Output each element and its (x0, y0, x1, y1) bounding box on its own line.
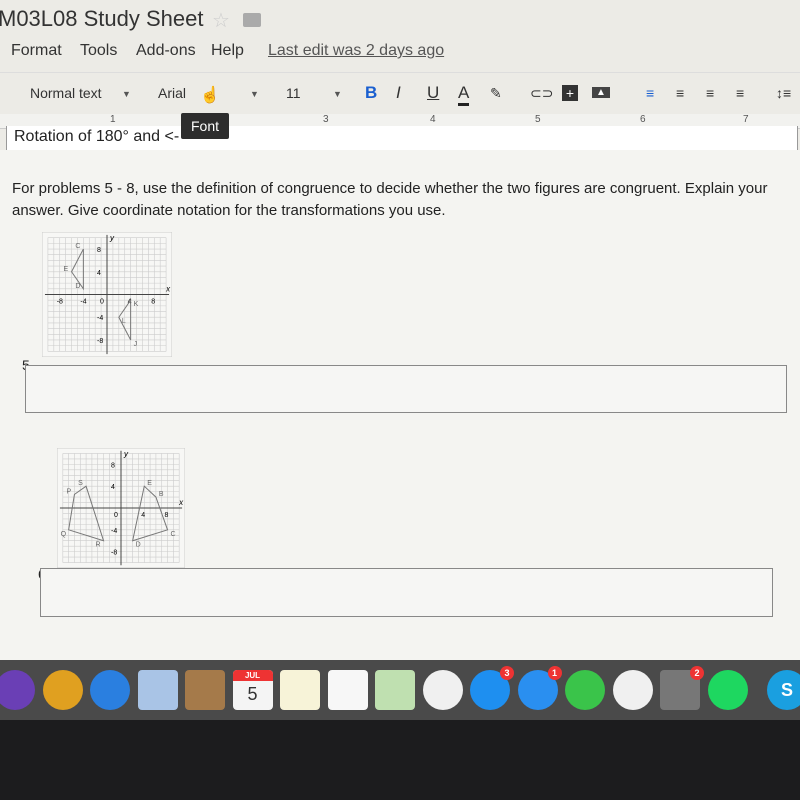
style-select[interactable]: Normal text (30, 85, 102, 101)
x-tick-label: 8 (151, 299, 155, 306)
highlight-icon[interactable]: ✎ (490, 85, 502, 102)
menu-addons[interactable]: Add-ons (136, 42, 196, 60)
reminders-icon[interactable] (327, 670, 368, 710)
notification-badge: 1 (547, 666, 562, 680)
dock-icon-label: S (780, 679, 793, 700)
image-icon[interactable]: ▲ (592, 87, 610, 98)
y-tick-label: 4 (97, 270, 101, 277)
screen-bezel (0, 720, 800, 800)
hand-cursor-icon: ☝ (200, 87, 220, 104)
facetime-icon[interactable] (565, 670, 605, 710)
ruler-mark: 3 (323, 114, 329, 125)
maps-icon[interactable] (375, 670, 415, 710)
answer-box-5[interactable] (25, 365, 787, 413)
messages-icon[interactable]: 1 (517, 666, 562, 710)
x-tick-label: 8 (165, 512, 169, 519)
skype-icon[interactable]: S (767, 670, 800, 710)
safari-icon[interactable] (90, 670, 130, 710)
notes-icon[interactable] (280, 670, 320, 710)
y-tick-label: 8 (97, 247, 101, 254)
chevron-down-icon[interactable]: ▼ (333, 89, 342, 99)
vertex-label: P (66, 488, 71, 495)
link-icon[interactable]: ⊂⊃ (530, 85, 553, 102)
folder-icon[interactable] (243, 13, 261, 27)
align-right-icon[interactable]: ≡ (706, 85, 714, 101)
y-tick-label: -4 (97, 315, 103, 322)
font-tooltip: Font (181, 113, 230, 139)
ruler-mark: 7 (743, 114, 749, 125)
y-tick-label: -8 (97, 338, 103, 345)
calendar-month: JUL (232, 670, 273, 681)
vertex-label: C (75, 243, 80, 250)
x-tick-label: -4 (80, 299, 86, 306)
vertex-label: K (134, 301, 139, 308)
italic-button[interactable]: I (396, 83, 401, 103)
vertex-label: S (78, 480, 83, 487)
photos-icon[interactable] (422, 670, 463, 710)
y-tick-label: 4 (111, 484, 115, 491)
ruler-mark: 5 (535, 114, 541, 125)
calendar-icon[interactable]: JUL 5 (232, 670, 273, 710)
mail-icon[interactable] (137, 670, 178, 710)
y-tick-label: -8 (111, 550, 117, 557)
toolbar: Normal text ▼ Arial ☝ ▼ 11 ▼ B I U A ✎ ⊂… (0, 72, 800, 113)
star-icon[interactable]: ☆ (212, 8, 230, 33)
bold-button[interactable]: B (365, 83, 377, 103)
vertex-label: Q (61, 531, 67, 538)
vertex-label: E (147, 480, 152, 487)
instructions-text: For problems 5 - 8, use the definition o… (12, 180, 768, 219)
chevron-down-icon[interactable]: ▼ (250, 89, 259, 99)
itunes-icon[interactable] (612, 670, 653, 710)
previous-answer-text: Rotation of 180° and <- (14, 128, 180, 145)
vertex-label: L (122, 318, 126, 325)
origin-label: 0 (114, 512, 118, 519)
vertex-label: D (75, 283, 80, 290)
x-tick-label: -8 (57, 299, 63, 306)
y-tick-label: -4 (111, 528, 117, 535)
vertex-label: J (134, 341, 138, 348)
system-preferences-icon[interactable]: 2 (660, 666, 704, 710)
underline-button[interactable]: U (427, 83, 439, 103)
ruler-mark: 4 (430, 114, 436, 125)
spotify-icon[interactable] (707, 670, 748, 710)
comment-icon[interactable]: + (562, 85, 578, 101)
origin-label: 0 (100, 299, 104, 306)
y-tick-label: 8 (111, 462, 115, 469)
chrome-icon[interactable] (42, 670, 83, 710)
notification-badge: 3 (500, 666, 514, 680)
justify-icon[interactable]: ≡ (736, 85, 744, 101)
coordinate-graph-6: xy0 4 884-4-8PSRQEBCD (57, 448, 185, 568)
menu-tools[interactable]: Tools (80, 42, 117, 60)
app-store-icon[interactable]: 3 (470, 666, 514, 710)
align-left-icon[interactable]: ≡ (646, 85, 654, 101)
menu-help[interactable]: Help (211, 42, 244, 60)
doc-title[interactable]: M03L08 Study Sheet (0, 6, 203, 32)
contacts-icon[interactable] (185, 670, 225, 710)
vertex-label: B (159, 491, 164, 498)
line-spacing-icon[interactable]: ↕≡ (776, 85, 791, 101)
text-color-button[interactable]: A (458, 83, 470, 106)
font-size-select[interactable]: 11 (286, 85, 301, 101)
align-center-icon[interactable]: ≡ (676, 85, 684, 101)
notification-badge: 2 (690, 666, 704, 680)
dock-icon-label: 5 (247, 684, 258, 704)
ruler-mark: 1 (110, 114, 116, 125)
coordinate-graph-5: xy0-8 -4 4 884-4-8CEDKLJ (42, 232, 172, 357)
answer-box-6[interactable] (40, 568, 773, 617)
font-select[interactable]: Arial (158, 85, 186, 101)
vertex-label: C (171, 531, 176, 538)
x-tick-label: 4 (141, 512, 145, 519)
vertex-label: R (96, 542, 101, 549)
vertex-label: E (64, 266, 69, 273)
chevron-down-icon[interactable]: ▼ (122, 89, 131, 99)
menu-format[interactable]: Format (11, 42, 62, 60)
ruler-mark: 6 (640, 114, 646, 125)
vertex-label: D (136, 542, 141, 549)
last-edit-link[interactable]: Last edit was 2 days ago (268, 42, 444, 60)
